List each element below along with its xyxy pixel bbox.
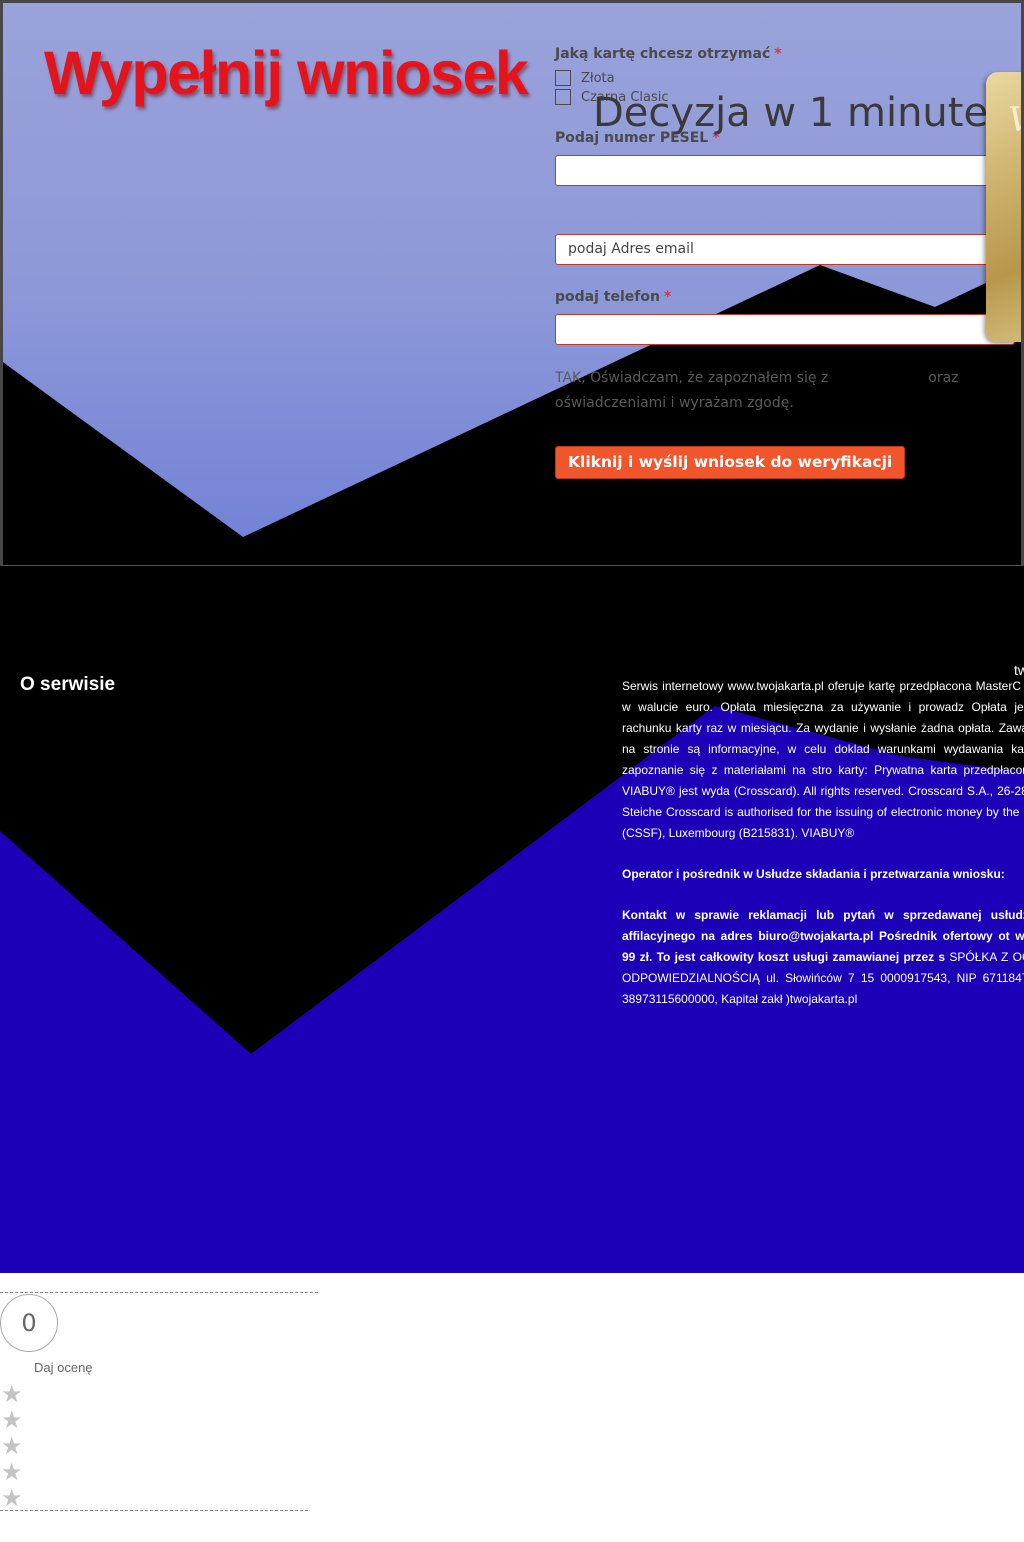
star-icon[interactable]: ★: [1, 1382, 25, 1406]
about-body: Serwis internetowy www.twojakarta.pl ofe…: [622, 676, 1024, 1030]
rating-divider-top: [0, 1292, 318, 1293]
card-logo-letter: V: [1008, 100, 1024, 140]
email-input[interactable]: podaj Adres email: [555, 234, 1015, 265]
page-title: Wypełnij wniosek: [44, 39, 529, 107]
about-section: O serwisie tw Serwis internetowy www.two…: [0, 566, 1024, 1273]
submit-application-button[interactable]: Kliknij i wyślij wniosek do weryfikacji: [555, 446, 906, 479]
phone-input[interactable]: [555, 314, 1015, 345]
required-mark: *: [663, 289, 672, 305]
card-type-label: Jaką kartę chcesz otrzymać *: [555, 46, 782, 62]
star-icon[interactable]: ★: [1, 1460, 25, 1484]
card-option-gold[interactable]: Złota: [555, 70, 615, 86]
phone-label: podaj telefon *: [555, 289, 671, 305]
about-paragraph-3: Kontakt w sprawie reklamacji lub pytań w…: [622, 905, 1024, 1010]
card-option-black-checkbox[interactable]: [555, 89, 571, 105]
decision-overlay-text: Decyzja w 1 minute: [593, 90, 989, 136]
gold-card-image: V: [986, 72, 1024, 342]
about-title: O serwisie: [20, 674, 116, 695]
rating-score: 0: [0, 1294, 58, 1352]
rating-label: Daj ocenę: [34, 1360, 93, 1375]
rating-divider-bottom: [0, 1510, 308, 1511]
operator-heading: Operator i pośrednik w Usłudze składania…: [622, 867, 1005, 881]
pesel-input[interactable]: [555, 155, 1015, 186]
about-paragraph-2: Operator i pośrednik w Usłudze składania…: [622, 864, 1024, 885]
star-icon[interactable]: ★: [1, 1408, 25, 1432]
consent-text-start: TAK, Oświadczam, że zapoznałem się z: [555, 370, 829, 386]
star-icon[interactable]: ★: [1, 1486, 25, 1510]
required-mark: *: [774, 46, 782, 62]
card-type-label-text: Jaką kartę chcesz otrzymać: [555, 46, 771, 62]
consent-text[interactable]: TAK, Oświadczam, że zapoznałem się z oraz…: [555, 366, 975, 416]
phone-label-text: podaj telefon: [555, 289, 660, 305]
card-option-gold-label: Złota: [581, 70, 615, 86]
about-paragraph-1: Serwis internetowy www.twojakarta.pl ofe…: [622, 679, 1024, 840]
star-icon[interactable]: ★: [1, 1434, 25, 1458]
application-hero: Wypełnij wniosek Decyzja w 1 minute V Ja…: [0, 0, 1024, 566]
card-option-gold-checkbox[interactable]: [555, 70, 571, 86]
